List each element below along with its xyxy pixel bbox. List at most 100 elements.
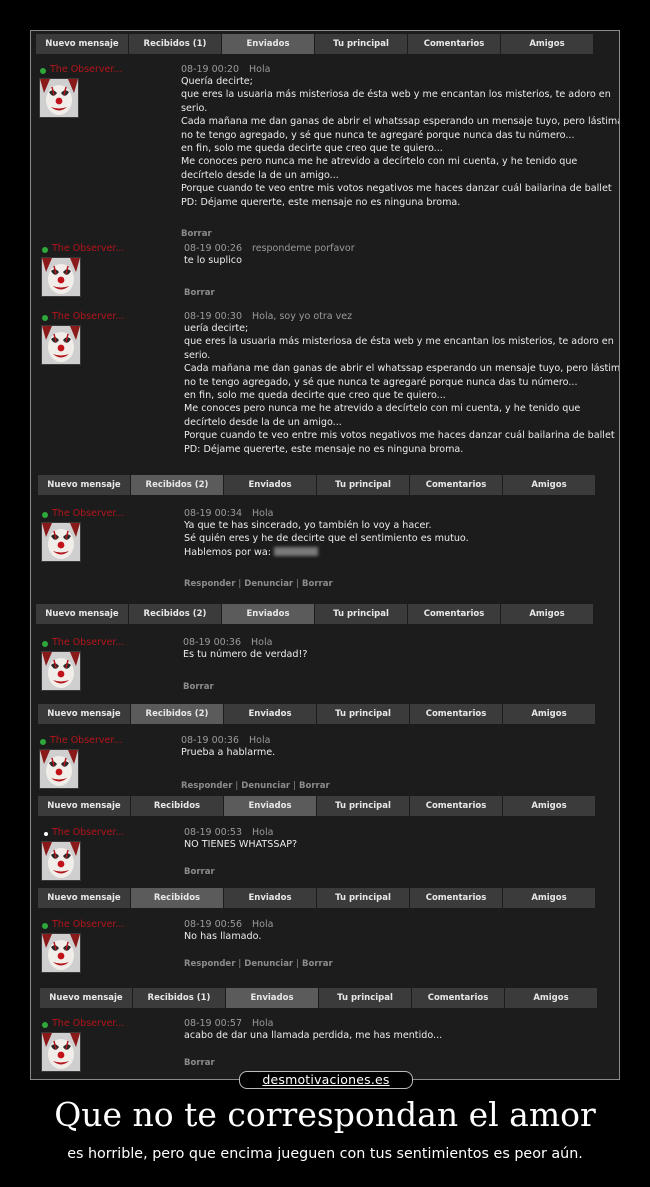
tab-sent[interactable]: Enviados <box>222 604 315 624</box>
tab-comments[interactable]: Comentarios <box>410 796 503 816</box>
action-borrar-link[interactable]: Borrar <box>184 288 215 298</box>
tab-friends[interactable]: Amigos <box>503 704 596 724</box>
tab-received[interactable]: Recibidos <box>131 796 224 816</box>
message-line: Porque cuando te veo entre mis votos neg… <box>184 430 615 442</box>
tab-friends[interactable]: Amigos <box>503 796 596 816</box>
tab-main[interactable]: Tu principal <box>315 34 408 54</box>
action-borrar-link[interactable]: Borrar <box>184 1058 215 1068</box>
clown-avatar-icon[interactable] <box>41 522 81 562</box>
tab-sent[interactable]: Enviados <box>224 796 317 816</box>
tab-comments[interactable]: Comentarios <box>408 34 501 54</box>
tab-bar: Nuevo mensaje Recibidos Enviados Tu princip… <box>38 796 596 816</box>
tab-received[interactable]: Recibidos (1) <box>133 988 226 1008</box>
message-body: Ya que te has sincerado, yo también lo v… <box>184 519 614 559</box>
tab-new-message[interactable]: Nuevo mensaje <box>40 988 133 1008</box>
tab-new-message[interactable]: Nuevo mensaje <box>36 34 129 54</box>
message-subject: Hola <box>252 1018 274 1029</box>
clown-avatar-icon[interactable] <box>41 325 81 365</box>
sender-username[interactable]: The Observer... <box>52 827 124 838</box>
message-line: Sé quién eres y he de decirte que el sen… <box>184 533 469 545</box>
message-header: 08-19 00:36 Hola <box>181 735 270 746</box>
clown-avatar-icon[interactable] <box>39 749 79 789</box>
message-body: Es tu número de verdad!? <box>183 648 613 661</box>
action-responder-link[interactable]: Responder <box>184 959 235 969</box>
tab-friends[interactable]: Amigos <box>505 988 598 1008</box>
message-body: No has llamado. <box>184 930 614 943</box>
sender-username[interactable]: The Observer... <box>52 919 124 930</box>
message-actions: Responder | Denunciar | Borrar <box>184 959 333 969</box>
message-subject: Hola <box>252 919 274 930</box>
action-borrar-link[interactable]: Borrar <box>183 682 214 692</box>
tab-received[interactable]: Recibidos (2) <box>131 475 224 495</box>
action-borrar-link[interactable]: Borrar <box>181 229 212 239</box>
tab-comments[interactable]: Comentarios <box>408 604 501 624</box>
message-line: PD: Déjame quererte, este mensaje no es … <box>184 443 464 455</box>
tab-sent[interactable]: Enviados <box>224 888 317 908</box>
clown-avatar-icon[interactable] <box>41 1032 81 1072</box>
tab-friends[interactable]: Amigos <box>501 604 594 624</box>
tab-friends[interactable]: Amigos <box>501 34 594 54</box>
action-borrar-link[interactable]: Borrar <box>184 867 215 877</box>
message-line: que eres la usuaria más misteriosa de és… <box>184 336 614 348</box>
clown-avatar-icon[interactable] <box>41 651 81 691</box>
action-denunciar-link[interactable]: Denunciar <box>244 959 293 969</box>
tab-received[interactable]: Recibidos <box>131 888 224 908</box>
tab-main[interactable]: Tu principal <box>317 475 410 495</box>
tab-friends[interactable]: Amigos <box>503 475 596 495</box>
tab-main[interactable]: Tu principal <box>317 704 410 724</box>
tab-comments[interactable]: Comentarios <box>410 888 503 908</box>
message-line: no te tengo agregado, y sé que nunca te … <box>181 129 575 141</box>
message-line: te lo suplico <box>184 255 242 266</box>
message-subject: respondeme porfavor <box>252 243 355 254</box>
sender-username[interactable]: The Observer... <box>52 508 124 519</box>
tab-sent[interactable]: Enviados <box>222 34 315 54</box>
action-responder-link[interactable]: Responder <box>181 781 232 791</box>
tab-bar: Nuevo mensaje Recibidos (1) Enviados Tu pri… <box>36 34 594 54</box>
tab-friends[interactable]: Amigos <box>503 888 596 908</box>
sender-username[interactable]: The Observer... <box>52 1018 124 1029</box>
tab-received[interactable]: Recibidos (2) <box>129 604 222 624</box>
message-time: 08-19 00:36 <box>181 735 240 746</box>
tab-sent[interactable]: Enviados <box>224 475 317 495</box>
sender-username[interactable]: The Observer... <box>50 64 122 75</box>
action-denunciar-link[interactable]: Denunciar <box>241 781 290 791</box>
clown-avatar-icon[interactable] <box>39 78 79 118</box>
message-line: serio. <box>181 102 208 114</box>
tab-main[interactable]: Tu principal <box>319 988 412 1008</box>
tab-new-message[interactable]: Nuevo mensaje <box>38 704 131 724</box>
tab-main[interactable]: Tu principal <box>317 888 410 908</box>
tab-comments[interactable]: Comentarios <box>412 988 505 1008</box>
tab-bar: Nuevo mensaje Recibidos (2) Enviados Tu pri… <box>38 475 596 495</box>
tab-main[interactable]: Tu principal <box>315 604 408 624</box>
clown-avatar-icon[interactable] <box>41 933 81 973</box>
online-dot-icon <box>42 923 48 929</box>
tab-new-message[interactable]: Nuevo mensaje <box>38 796 131 816</box>
tab-new-message[interactable]: Nuevo mensaje <box>36 604 129 624</box>
action-denunciar-link[interactable]: Denunciar <box>244 579 293 589</box>
message-time: 08-19 00:56 <box>184 919 243 930</box>
clown-avatar-icon[interactable] <box>41 257 81 297</box>
tab-received[interactable]: Recibidos (2) <box>131 704 224 724</box>
message-line: acabo de dar una llamada perdida, me has… <box>184 1030 443 1041</box>
tab-bar: Nuevo mensaje Recibidos Enviados Tu princip… <box>38 888 596 908</box>
tab-new-message[interactable]: Nuevo mensaje <box>38 888 131 908</box>
tab-sent[interactable]: Enviados <box>224 704 317 724</box>
tab-received[interactable]: Recibidos (1) <box>129 34 222 54</box>
action-borrar-link[interactable]: Borrar <box>299 781 330 791</box>
message-line: Es tu número de verdad!? <box>183 649 308 660</box>
sender-username[interactable]: The Observer... <box>50 735 122 746</box>
tab-sent[interactable]: Enviados <box>226 988 319 1008</box>
action-borrar-link[interactable]: Borrar <box>302 959 333 969</box>
clown-avatar-icon[interactable] <box>41 841 81 881</box>
sender-username[interactable]: The Observer... <box>52 637 124 648</box>
action-borrar-link[interactable]: Borrar <box>302 579 333 589</box>
message-header: 08-19 00:34 Hola <box>184 508 273 519</box>
sender-username[interactable]: The Observer... <box>52 243 124 254</box>
tab-comments[interactable]: Comentarios <box>410 475 503 495</box>
action-separator: | <box>235 781 239 791</box>
action-responder-link[interactable]: Responder <box>184 579 235 589</box>
sender-username[interactable]: The Observer... <box>52 311 124 322</box>
tab-comments[interactable]: Comentarios <box>410 704 503 724</box>
tab-main[interactable]: Tu principal <box>317 796 410 816</box>
tab-new-message[interactable]: Nuevo mensaje <box>38 475 131 495</box>
